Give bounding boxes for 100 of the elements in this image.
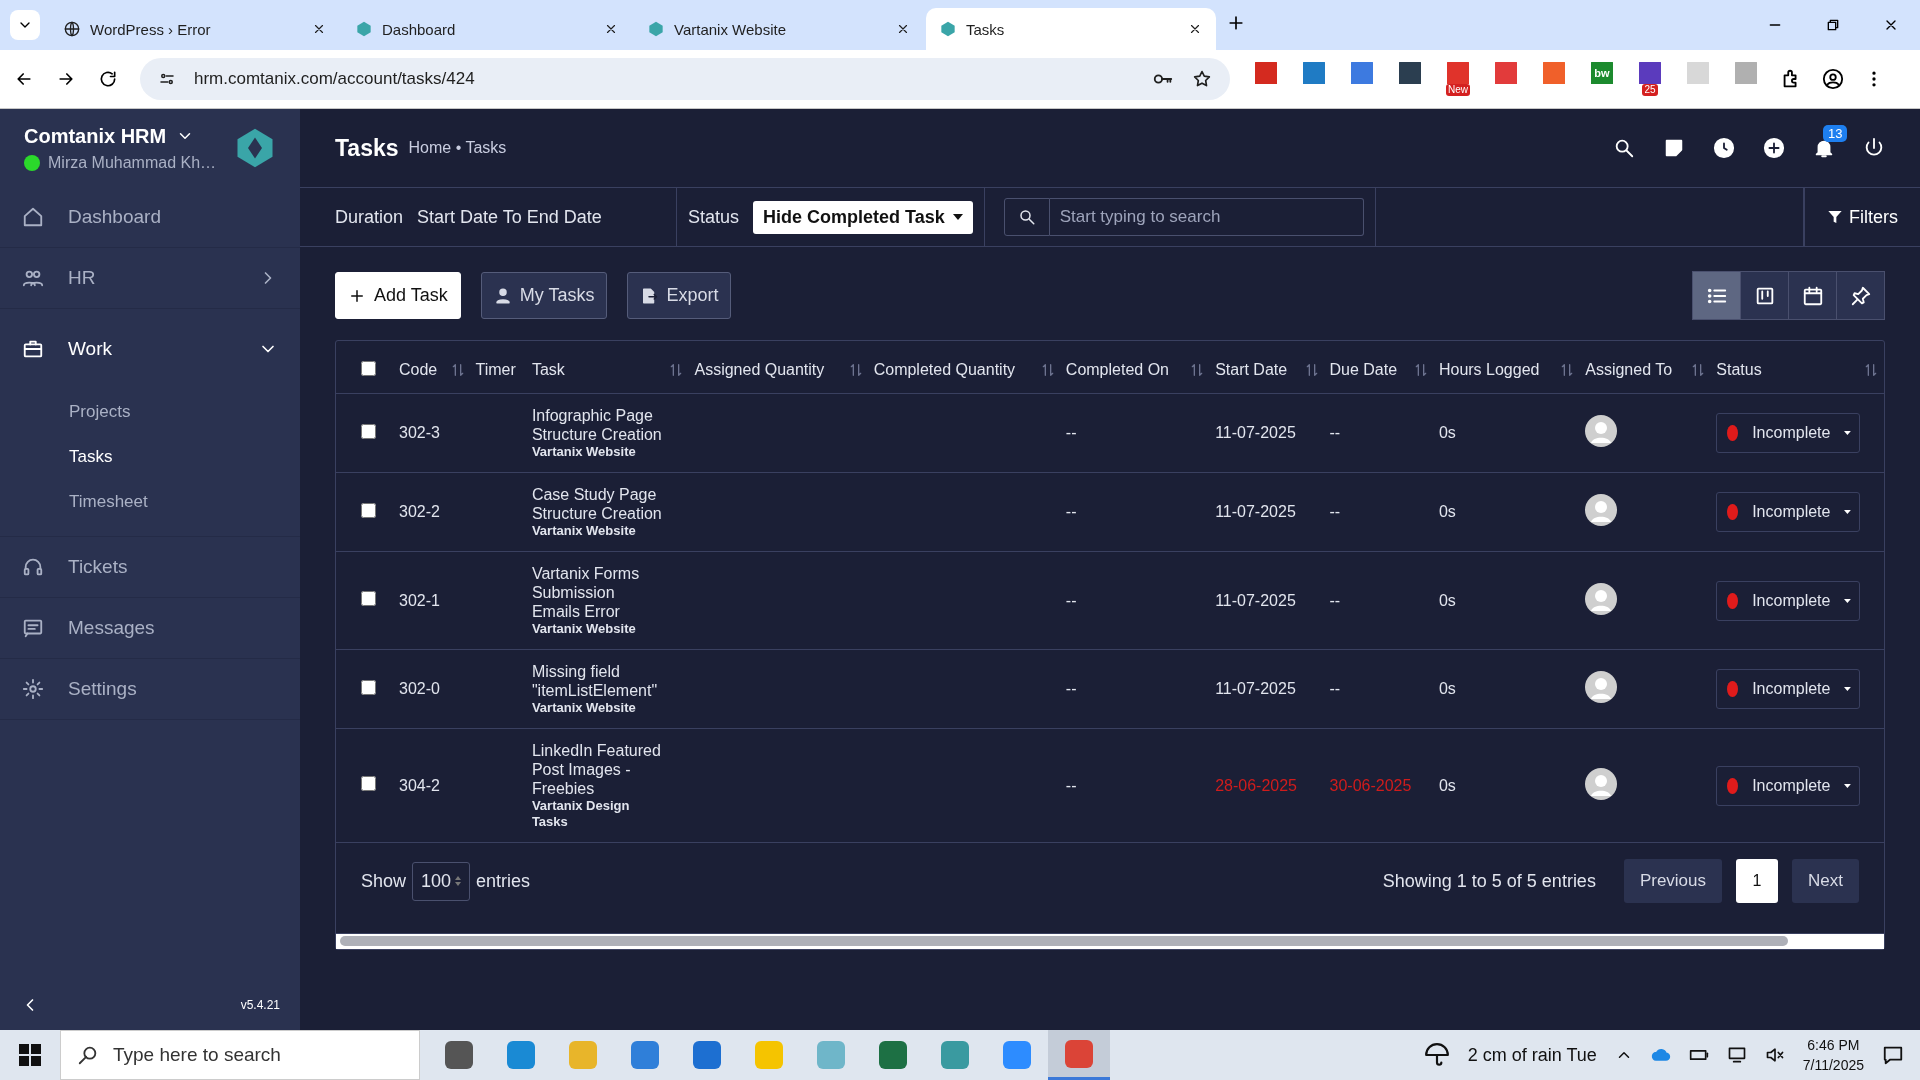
address-bar[interactable]: hrm.comtanix.com/account/tasks/424: [140, 58, 1230, 100]
notifications-icon[interactable]: [1882, 1044, 1904, 1066]
task-title[interactable]: Case Study Page Structure Creation: [531, 485, 667, 523]
sidebar-item[interactable]: Settings: [0, 659, 300, 719]
column-header[interactable]: Completed Quantity: [873, 361, 1016, 379]
column-header[interactable]: Hours Logged: [1438, 361, 1540, 379]
search-icon: [77, 1044, 99, 1066]
view-toggle[interactable]: [1789, 271, 1837, 320]
page-size-select[interactable]: 100: [412, 861, 471, 901]
horizontal-scrollbar[interactable]: [336, 933, 1884, 949]
row-checkbox[interactable]: [361, 502, 376, 518]
power-icon[interactable]: [1863, 137, 1885, 159]
close-icon[interactable]: [1188, 22, 1202, 36]
tab-title: Vartanix Website: [674, 20, 787, 38]
task-code: 302-3: [399, 424, 440, 441]
sidebar-subitem[interactable]: Timesheet: [0, 479, 300, 524]
sidebar-subitem[interactable]: Tasks: [0, 434, 300, 479]
search-button[interactable]: [1003, 198, 1050, 236]
company-name[interactable]: Comtanix HRM: [24, 124, 167, 148]
browser-tab[interactable]: Tasks: [926, 8, 1216, 50]
close-icon[interactable]: [312, 22, 326, 36]
clock-icon[interactable]: [1713, 137, 1735, 159]
start-date: 11-07-2025: [1215, 503, 1296, 520]
tab-list-button[interactable]: [10, 10, 40, 40]
project-name[interactable]: Vartanix Design Tasks: [531, 798, 667, 830]
status-dropdown[interactable]: Incomplete: [1716, 765, 1861, 806]
project-name[interactable]: Vartanix Website: [531, 700, 667, 716]
task-title[interactable]: Vartanix Forms Submission Emails Error: [531, 564, 667, 621]
row-checkbox[interactable]: [361, 591, 376, 606]
row-checkbox[interactable]: [361, 679, 376, 695]
page-button[interactable]: 1: [1736, 859, 1779, 903]
extension-icon[interactable]: New: [1444, 62, 1472, 96]
star-icon[interactable]: [1192, 69, 1212, 89]
row-checkbox[interactable]: [361, 776, 376, 791]
add-circle-icon[interactable]: [1763, 137, 1785, 159]
status-dropdown[interactable]: Incomplete: [1716, 580, 1861, 621]
nav-icon: [22, 617, 44, 639]
task-title[interactable]: Missing field "itemListElement": [531, 662, 667, 700]
version-label: v5.4.21: [240, 998, 280, 1012]
select-all-checkbox[interactable]: [361, 360, 376, 376]
project-name[interactable]: Vartanix Website: [531, 621, 667, 637]
action-button[interactable]: Add Task: [335, 272, 461, 319]
task-title[interactable]: Infographic Page Structure Creation: [531, 406, 667, 444]
due-date: --: [1329, 680, 1341, 697]
task-title[interactable]: LinkedIn Featured Post Images - Freebies: [531, 741, 667, 798]
date-range-picker[interactable]: Start Date To End Date: [417, 206, 602, 228]
sidebar-item[interactable]: Dashboard: [0, 187, 300, 247]
browser-tab[interactable]: Vartanix Website: [634, 8, 924, 50]
profile-icon[interactable]: [1822, 68, 1844, 90]
reload-icon[interactable]: [98, 69, 118, 89]
action-button[interactable]: Export: [627, 272, 732, 319]
sidebar-item[interactable]: Messages: [0, 598, 300, 658]
previous-button[interactable]: Previous: [1623, 859, 1723, 903]
column-header[interactable]: Status: [1716, 361, 1762, 379]
sidebar-subitem[interactable]: Projects: [0, 389, 300, 434]
close-icon[interactable]: [604, 22, 618, 36]
filters-button[interactable]: Filters: [1827, 206, 1898, 228]
next-button[interactable]: Next: [1792, 859, 1859, 903]
extension-icon[interactable]: 25: [1636, 62, 1664, 96]
windows-start-icon[interactable]: [19, 1044, 41, 1066]
project-name[interactable]: Vartanix Website: [531, 523, 667, 539]
sidebar-item[interactable]: HR: [0, 248, 300, 308]
status-dropdown[interactable]: Incomplete: [1716, 492, 1861, 532]
row-checkbox[interactable]: [361, 423, 376, 439]
hours-logged: 0s: [1438, 591, 1456, 609]
status-dropdown[interactable]: Incomplete: [1716, 669, 1861, 709]
column-header[interactable]: Assigned To: [1585, 361, 1673, 379]
rain-umbrella-icon[interactable]: [1423, 1042, 1450, 1068]
sidebar-item[interactable]: Work: [0, 309, 300, 389]
show-label: Show: [361, 870, 407, 892]
clock[interactable]: 6:46 PM 7/11/2025: [1802, 1035, 1864, 1075]
user-name: Mirza Muhammad Kh…: [48, 153, 217, 172]
weather-text[interactable]: 2 cm of rain Tue: [1467, 1044, 1597, 1066]
breadcrumb[interactable]: Home • Tasks: [408, 139, 507, 157]
action-button[interactable]: My Tasks: [480, 272, 608, 319]
extension-badge: 25: [1642, 84, 1658, 96]
status-filter-dropdown[interactable]: Hide Completed Task: [753, 200, 973, 234]
network-icon[interactable]: [1726, 1045, 1747, 1065]
close-icon[interactable]: [896, 22, 910, 36]
sticky-note-icon[interactable]: [1663, 137, 1685, 159]
view-toggle[interactable]: [1741, 271, 1789, 320]
column-header[interactable]: Start Date: [1215, 361, 1288, 379]
tab-title: Tasks: [966, 20, 1006, 38]
project-name[interactable]: Vartanix Website: [531, 444, 667, 460]
view-toggle[interactable]: [1837, 271, 1885, 320]
browser-tab[interactable]: WordPress › Error: [50, 8, 340, 50]
taskbar-app-icon[interactable]: [1048, 1030, 1110, 1080]
due-date: 30-06-2025: [1329, 776, 1412, 794]
search-icon[interactable]: [1613, 137, 1635, 159]
sidebar-item[interactable]: Tickets: [0, 537, 300, 597]
column-header[interactable]: Due Date: [1329, 361, 1398, 379]
column-header[interactable]: Task: [531, 361, 565, 379]
status-dropdown[interactable]: Incomplete: [1716, 413, 1861, 453]
browser-tab[interactable]: Dashboard: [342, 8, 632, 50]
search-field[interactable]: Start typing to search: [1049, 198, 1364, 236]
taskbar-search-field[interactable]: Type here to search: [60, 1030, 420, 1080]
column-header[interactable]: Completed On: [1065, 361, 1169, 379]
column-header[interactable]: Assigned Quantity: [694, 361, 825, 379]
column-header[interactable]: Code: [399, 361, 438, 379]
view-toggle[interactable]: [1692, 271, 1741, 320]
